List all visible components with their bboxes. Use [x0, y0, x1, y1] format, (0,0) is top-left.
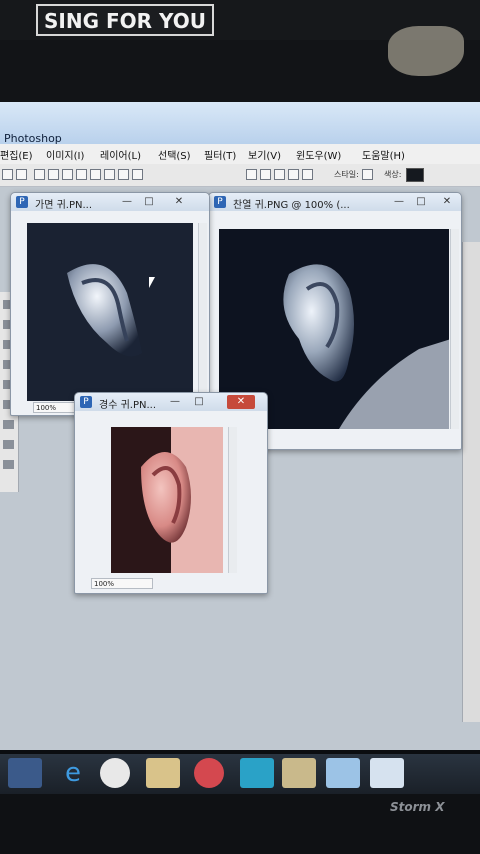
- menu-window[interactable]: 윈도우(W): [296, 147, 341, 162]
- vertical-scrollbar[interactable]: [228, 427, 237, 573]
- close-button[interactable]: ✕: [169, 195, 189, 209]
- window-title-bar[interactable]: P 찬열 귀.PNG @ 100% (... — □ ✕: [209, 193, 461, 211]
- zoom-level: 100%: [94, 580, 115, 588]
- file-explorer-icon[interactable]: [146, 758, 180, 788]
- ellipse-icon[interactable]: [90, 169, 101, 180]
- polygon-icon[interactable]: [104, 169, 115, 180]
- app-title-bar: Photoshop: [0, 102, 480, 145]
- line-icon[interactable]: [118, 169, 129, 180]
- text-tool-icon[interactable]: [3, 420, 14, 429]
- window-title: 가면 귀.PN...: [35, 200, 93, 211]
- subtract-mode-icon[interactable]: [274, 169, 285, 180]
- vertical-scrollbar[interactable]: [198, 223, 207, 401]
- menu-filter[interactable]: 필터(T): [204, 147, 236, 162]
- window-title-bar[interactable]: P 경수 귀.PN... — □ ✕: [75, 393, 267, 411]
- bezel-figurine: [388, 26, 464, 76]
- maximize-button[interactable]: □: [139, 195, 159, 209]
- style-picker-icon[interactable]: [362, 169, 373, 180]
- maximize-button[interactable]: □: [189, 395, 209, 409]
- tool-preset-icon[interactable]: [16, 169, 27, 180]
- hand-tool-icon[interactable]: [3, 440, 14, 449]
- chrome-icon[interactable]: [100, 758, 130, 788]
- window-title: 경수 귀.PN...: [99, 400, 157, 411]
- sing-for-you-sticker: SING FOR YOU: [36, 4, 214, 36]
- window-title-bar[interactable]: P 가면 귀.PN... — □ ✕: [11, 193, 209, 211]
- paint-icon[interactable]: [326, 758, 360, 788]
- custom-shape-icon[interactable]: [132, 169, 143, 180]
- document-window-mask: P 가면 귀.PN... — □ ✕ 100%: [10, 192, 210, 416]
- folder-icon[interactable]: [282, 758, 316, 788]
- menu-help[interactable]: 도움말(H): [362, 147, 405, 162]
- menu-image[interactable]: 이미지(I): [46, 147, 84, 162]
- photoshop-doc-icon: P: [80, 396, 92, 408]
- close-button[interactable]: ✕: [437, 195, 457, 209]
- right-panel-strip: [462, 242, 480, 722]
- taskbar: e: [0, 754, 480, 794]
- ear-image-kyungsoo: [111, 427, 223, 573]
- monitor-brand: Storm X: [390, 800, 445, 814]
- ear-image-mask: [27, 223, 193, 401]
- play-app-icon[interactable]: [240, 758, 274, 788]
- options-bar: 스타일: 색상:: [0, 164, 480, 187]
- internet-explorer-icon[interactable]: e: [56, 758, 90, 788]
- add-mode-icon[interactable]: [260, 169, 271, 180]
- exclude-mode-icon[interactable]: [302, 169, 313, 180]
- zoom-level: 100%: [36, 404, 57, 412]
- rectangle-icon[interactable]: [76, 169, 87, 180]
- zoom-status-box: 100%: [91, 578, 153, 589]
- menu-layer[interactable]: 레이어(L): [100, 147, 141, 162]
- pen-icon[interactable]: [48, 169, 59, 180]
- window-title: 찬열 귀.PNG @ 100% (...: [233, 200, 350, 211]
- color-label: 색상:: [384, 170, 402, 179]
- minimize-button[interactable]: —: [165, 395, 185, 409]
- menu-bar: 편집(E) 이미지(I) 레이어(L) 선택(S) 필터(T) 보기(V) 윈도…: [0, 144, 480, 165]
- document-window-kyungsoo: P 경수 귀.PN... — □ ✕ 100%: [74, 392, 268, 594]
- canvas-mask-ear[interactable]: [27, 223, 193, 401]
- lasso-icon[interactable]: [34, 169, 45, 180]
- zoom-tool-icon[interactable]: [3, 460, 14, 469]
- shape-icon[interactable]: [62, 169, 73, 180]
- media-player-icon[interactable]: [8, 758, 42, 788]
- style-label: 스타일:: [334, 170, 359, 179]
- menu-select[interactable]: 선택(S): [158, 147, 191, 162]
- power-app-icon[interactable]: [194, 758, 224, 788]
- minimize-button[interactable]: —: [117, 195, 137, 209]
- path-mode-icon[interactable]: [246, 169, 257, 180]
- maximize-button[interactable]: □: [411, 195, 431, 209]
- vertical-scrollbar[interactable]: [450, 229, 459, 429]
- menu-edit[interactable]: 편집(E): [0, 147, 33, 162]
- photoshop-doc-icon: P: [214, 196, 226, 208]
- intersect-mode-icon[interactable]: [288, 169, 299, 180]
- canvas-kyungsoo-ear[interactable]: [111, 427, 223, 573]
- menu-view[interactable]: 보기(V): [248, 147, 281, 162]
- photoshop-doc-icon: P: [16, 196, 28, 208]
- color-swatch[interactable]: [406, 168, 424, 182]
- mouse-cursor: [149, 277, 158, 288]
- marquee-tool-icon[interactable]: [2, 169, 13, 180]
- minimize-button[interactable]: —: [389, 195, 409, 209]
- close-button[interactable]: ✕: [227, 395, 255, 409]
- feather-icon[interactable]: [370, 758, 404, 788]
